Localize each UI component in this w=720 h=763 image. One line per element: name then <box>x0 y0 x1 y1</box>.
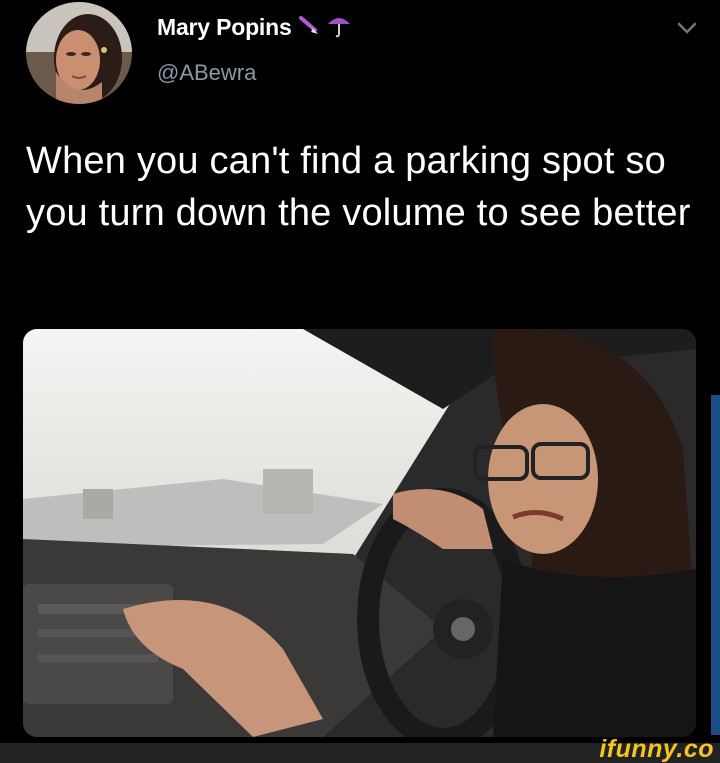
avatar[interactable] <box>26 2 132 104</box>
display-name-row[interactable]: Mary Popins <box>157 12 352 43</box>
scroll-indicator <box>711 395 720 735</box>
avatar-image <box>26 2 132 104</box>
watermark-ifunny: ifunny.co <box>599 735 714 763</box>
display-name[interactable]: Mary Popins <box>157 14 292 41</box>
tweet-text: When you can't find a parking spot so yo… <box>26 140 691 234</box>
pen-icon <box>298 14 320 41</box>
tweet-media-photo[interactable] <box>23 329 696 737</box>
chevron-down-icon[interactable] <box>673 14 701 42</box>
umbrella-icon <box>326 12 352 43</box>
user-handle[interactable]: @ABewra <box>157 60 256 86</box>
car-driver-photo <box>23 329 696 737</box>
